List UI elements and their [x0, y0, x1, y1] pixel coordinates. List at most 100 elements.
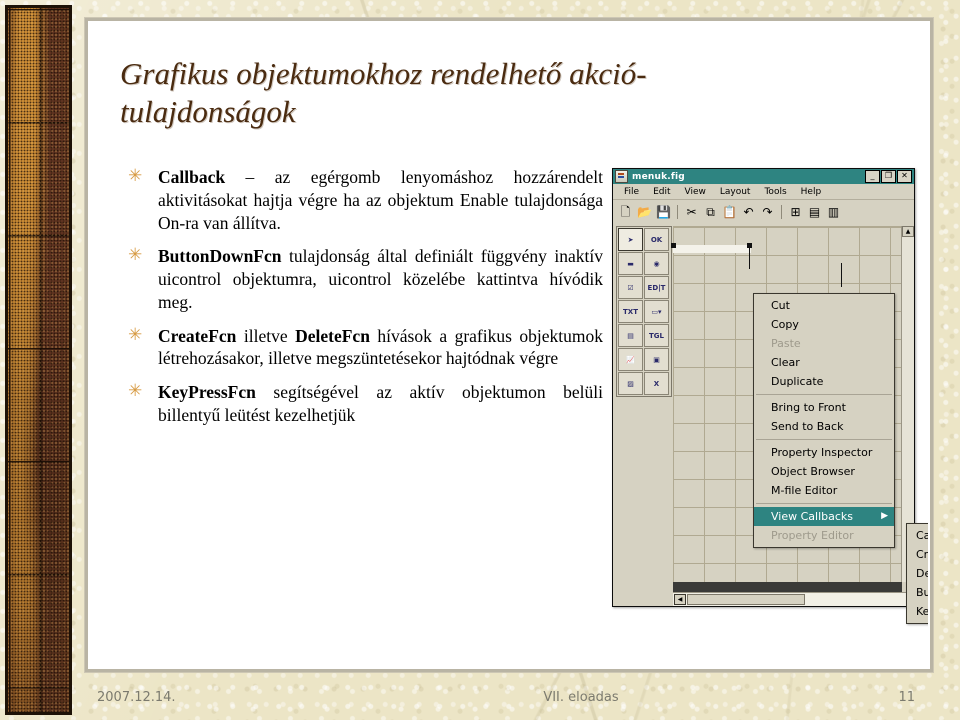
context-menu-item-property-inspector[interactable]: Property Inspector [754, 443, 894, 462]
undo-icon[interactable]: ↶ [740, 204, 757, 221]
cut-icon[interactable]: ✂ [683, 204, 700, 221]
listbox-tool[interactable]: ▤ [618, 324, 643, 347]
page-title: Grafikus objektumokhoz rendelhető akció-… [120, 56, 647, 129]
slide-content-inner: Grafikus objektumokhoz rendelhető akció-… [88, 21, 930, 669]
submenu-item-callback[interactable]: Callback [907, 526, 928, 545]
window-titlebar: menuk.fig _ ❐ ✕ [613, 169, 914, 184]
bullet-term: ButtonDownFcn [158, 246, 282, 267]
close-button[interactable]: ✕ [897, 170, 912, 183]
selected-object[interactable] [673, 245, 751, 253]
menu-item-label: Cut [771, 299, 790, 312]
minimize-button[interactable]: _ [865, 170, 880, 183]
submenu-item-deletefcn[interactable]: DeleteFcn [907, 564, 928, 583]
button-group-tool[interactable]: ▨ [618, 372, 643, 395]
menu-editor-icon[interactable]: ▤ [806, 204, 823, 221]
checkbox-tool[interactable]: ☑ [618, 276, 643, 299]
footer-page-number: 11 [898, 689, 915, 705]
toolbar-separator [677, 205, 678, 219]
star-bullet-icon: ✳ [128, 245, 143, 266]
context-menu-item-property-editor: Property Editor [754, 526, 894, 545]
m-file-editor-icon[interactable]: ▥ [825, 204, 842, 221]
copy-icon[interactable]: ⧉ [702, 204, 719, 221]
menu-edit[interactable]: Edit [646, 187, 677, 197]
window-title: menuk.fig [632, 171, 685, 182]
context-menu-item-bring-to-front[interactable]: Bring to Front [754, 398, 894, 417]
bullet-item: ✳ ButtonDownFcn tulajdonság által definiá… [118, 245, 603, 313]
static-text-tool[interactable]: TXT [618, 300, 643, 323]
context-menu[interactable]: Cut Copy Paste Clear Duplicate Bring to Front… [753, 293, 895, 548]
submenu-item-keypressfcn[interactable]: KeyPressFcn [907, 602, 928, 621]
activex-tool[interactable]: X [644, 372, 669, 395]
edit-text-tool[interactable]: ED|T [644, 276, 669, 299]
redo-icon[interactable]: ↷ [759, 204, 776, 221]
slide-content-frame: Grafikus objektumokhoz rendelhető akció-… [85, 18, 933, 672]
selection-edge-line [749, 245, 750, 269]
bullet-term: KeyPressFcn [158, 382, 256, 402]
selection-handle-left[interactable] [671, 243, 676, 248]
bullet-item: ✳ KeyPressFcn segítségével az aktív objek… [118, 381, 603, 427]
guide-figure-icon [615, 170, 628, 183]
context-menu-item-m-file-editor[interactable]: M-file Editor [754, 481, 894, 500]
maximize-button[interactable]: ❐ [881, 170, 896, 183]
context-menu-item-view-callbacks[interactable]: View Callbacks ▶ [754, 507, 894, 526]
component-palette: ➤ OK ▬ ◉ ☑ ED|T TXT ▭▾ ▤ TGL 📈 ▣ ▨ X [616, 226, 672, 397]
menu-item-label: Object Browser [771, 465, 855, 478]
bullet-text: – az egérgomb lenyomáshoz hozzárendelt a… [158, 167, 603, 233]
star-bullet-icon: ✳ [128, 324, 143, 345]
scroll-up-arrow[interactable]: ▲ [902, 226, 914, 237]
new-icon[interactable]: 🗋 [617, 204, 634, 221]
paste-icon[interactable]: 📋 [721, 204, 738, 221]
menu-item-label: Duplicate [771, 375, 824, 388]
selection-edge-line-2 [841, 263, 842, 287]
submenu-arrow-icon: ▶ [881, 511, 888, 521]
toggle-button-tool[interactable]: TGL [644, 324, 669, 347]
slider-tool[interactable]: ▬ [618, 252, 643, 275]
menu-item-label: Clear [771, 356, 800, 369]
footer-center-text: VII. eloadas [543, 689, 619, 705]
context-menu-item-cut[interactable]: Cut [754, 296, 894, 315]
menu-separator [756, 439, 892, 440]
bullet-item: ✳ Callback – az egérgomb lenyomáshoz hozz… [118, 166, 603, 234]
footer-date: 2007.12.14. [97, 689, 176, 705]
menu-item-label: Bring to Front [771, 401, 846, 414]
toolbar-separator [781, 205, 782, 219]
menu-tools[interactable]: Tools [757, 187, 793, 197]
menu-separator [756, 503, 892, 504]
context-menu-item-clear[interactable]: Clear [754, 353, 894, 372]
submenu-item-buttondownfcn[interactable]: ButtonDownFcn [907, 583, 928, 602]
align-objects-icon[interactable]: ⊞ [787, 204, 804, 221]
context-menu-item-send-to-back[interactable]: Send to Back [754, 417, 894, 436]
context-menu-item-copy[interactable]: Copy [754, 315, 894, 334]
menu-view[interactable]: View [678, 187, 713, 197]
context-menu-item-duplicate[interactable]: Duplicate [754, 372, 894, 391]
menu-item-label: Property Editor [771, 529, 854, 542]
decorative-left-border [5, 5, 72, 715]
bullet-item: ✳ CreateFcn illetve DeleteFcn hívások a g… [118, 325, 603, 371]
submenu-item-createfcn[interactable]: CreateFcn [907, 545, 928, 564]
window-toolbar: 🗋 📂 💾 ✂ ⧉ 📋 ↶ ↷ ⊞ ▤ ▥ [613, 200, 914, 225]
menu-layout[interactable]: Layout [713, 187, 758, 197]
menu-file[interactable]: File [617, 187, 646, 197]
horizontal-scroll-thumb[interactable] [687, 594, 805, 605]
menu-separator [756, 394, 892, 395]
menu-help[interactable]: Help [794, 187, 829, 197]
menu-item-label: Copy [771, 318, 799, 331]
axes-tool[interactable]: 📈 [618, 348, 643, 371]
bullet-text: illetve [236, 325, 296, 346]
radio-button-tool[interactable]: ◉ [644, 252, 669, 275]
open-icon[interactable]: 📂 [636, 204, 653, 221]
star-bullet-icon: ✳ [128, 381, 143, 401]
popup-menu-tool[interactable]: ▭▾ [644, 300, 669, 323]
bullet-term: Callback [158, 167, 226, 187]
bullet-term: CreateFcn [158, 325, 237, 346]
context-menu-item-object-browser[interactable]: Object Browser [754, 462, 894, 481]
push-button-tool[interactable]: OK [644, 228, 669, 251]
menu-item-label: Property Inspector [771, 446, 873, 459]
scroll-left-arrow[interactable]: ◀ [674, 594, 686, 605]
window-menubar: File Edit View Layout Tools Help [613, 184, 914, 200]
view-callbacks-submenu[interactable]: CallbackCreateFcnDeleteFcnButtonDownFcnK… [906, 523, 928, 624]
horizontal-scrollbar[interactable]: ◀ [673, 592, 914, 606]
select-tool[interactable]: ➤ [618, 228, 643, 251]
save-icon[interactable]: 💾 [655, 204, 672, 221]
panel-tool[interactable]: ▣ [644, 348, 669, 371]
